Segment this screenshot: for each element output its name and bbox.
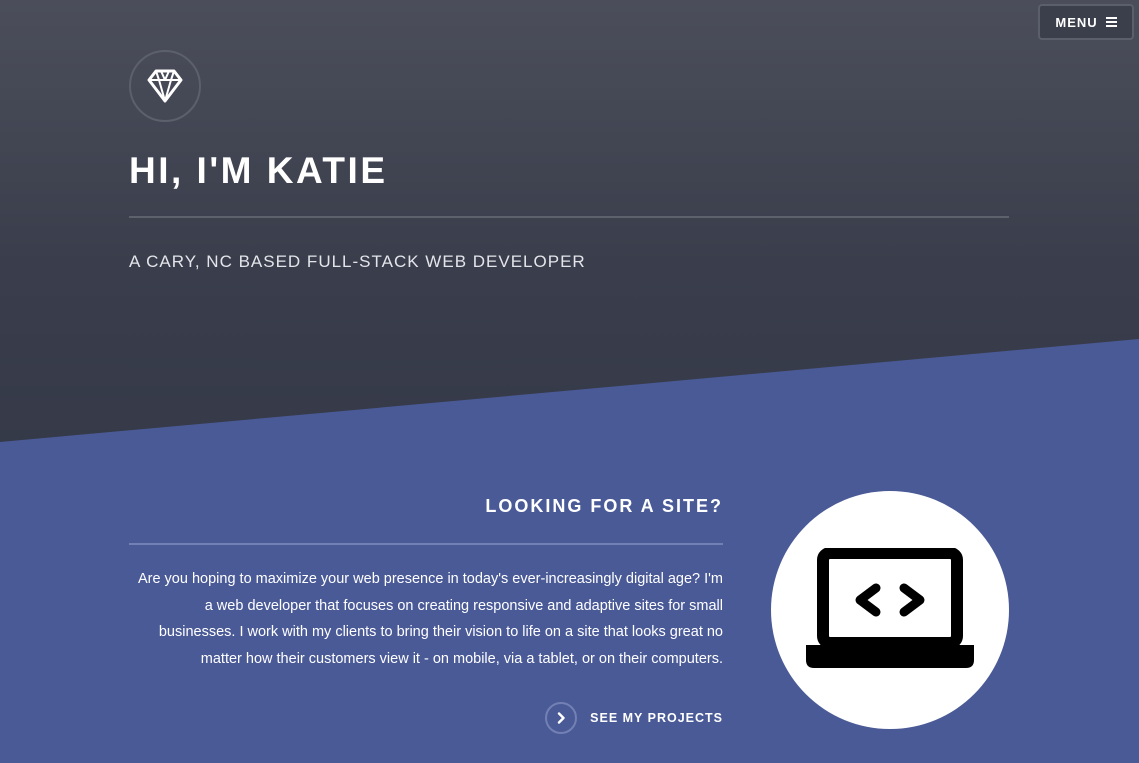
chevron-right-icon <box>545 702 578 734</box>
menu-button[interactable]: MENU <box>1038 4 1134 40</box>
laptop-illustration <box>771 491 1009 729</box>
laptop-code-icon <box>806 548 974 668</box>
diamond-icon <box>147 69 183 103</box>
menu-label: MENU <box>1055 14 1098 30</box>
section-heading: LOOKING FOR A SITE? <box>485 496 723 516</box>
logo <box>129 50 201 122</box>
see-projects-label: SEE MY PROJECTS <box>590 711 723 725</box>
hero-subtitle: A CARY, NC BASED FULL-STACK WEB DEVELOPE… <box>129 252 586 271</box>
see-projects-link[interactable]: SEE MY PROJECTS <box>545 702 723 734</box>
section-body-text: Are you hoping to maximize your web pres… <box>137 571 723 667</box>
divider <box>129 216 1009 218</box>
page-title: HI, I'M KATIE <box>129 150 388 191</box>
hamburger-icon <box>1105 17 1117 27</box>
section-divider <box>129 543 723 545</box>
